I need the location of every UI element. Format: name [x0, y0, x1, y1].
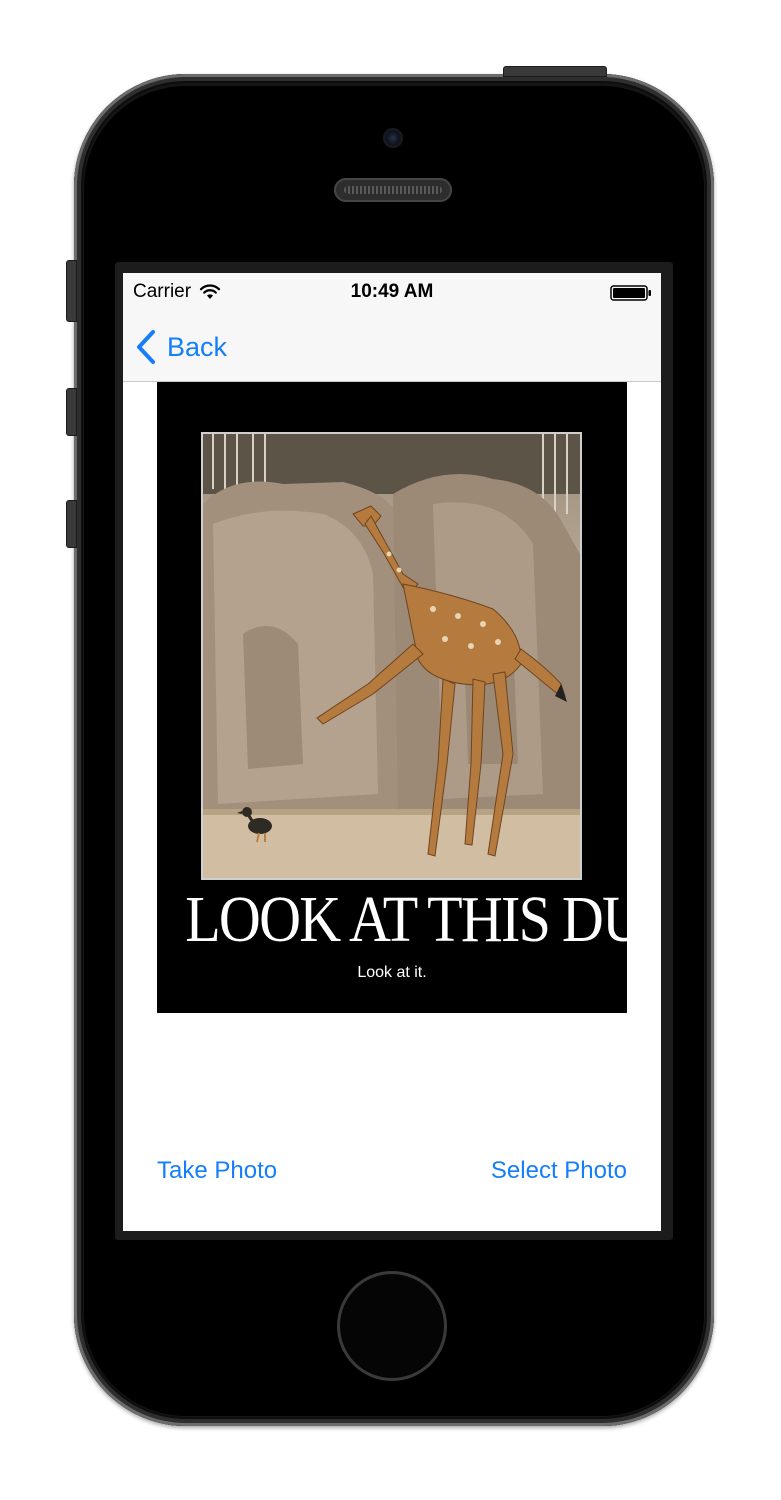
status-bar: Carrier 10:49 AM — [123, 273, 661, 313]
app-screen: Carrier 10:49 AM Back LOOK AT THIS DU Lo… — [123, 273, 661, 1231]
volume-up-button — [66, 388, 77, 436]
power-button — [503, 66, 607, 77]
poster-headline: LOOK AT THIS DUCK — [185, 883, 661, 956]
earpiece-speaker — [334, 178, 452, 202]
mute-switch — [66, 260, 77, 322]
photo-frame — [201, 432, 582, 880]
back-button[interactable]: Back — [135, 327, 227, 367]
volume-down-button — [66, 500, 77, 548]
status-time: 10:49 AM — [350, 281, 434, 302]
poster-caption: Look at it. — [357, 964, 427, 981]
battery-icon — [610, 285, 651, 301]
photo-image-view: LOOK AT THIS DUCK Look at it. — [157, 382, 661, 1013]
navigation-bar: Back — [123, 313, 661, 382]
chevron-left-icon — [137, 330, 155, 364]
back-label: Back — [167, 331, 228, 362]
select-photo-button[interactable]: Select Photo — [491, 1157, 627, 1185]
front-camera — [383, 128, 403, 148]
giraffe-duck-photo — [203, 434, 580, 878]
home-button[interactable] — [337, 1271, 447, 1381]
take-photo-button[interactable]: Take Photo — [157, 1157, 277, 1185]
